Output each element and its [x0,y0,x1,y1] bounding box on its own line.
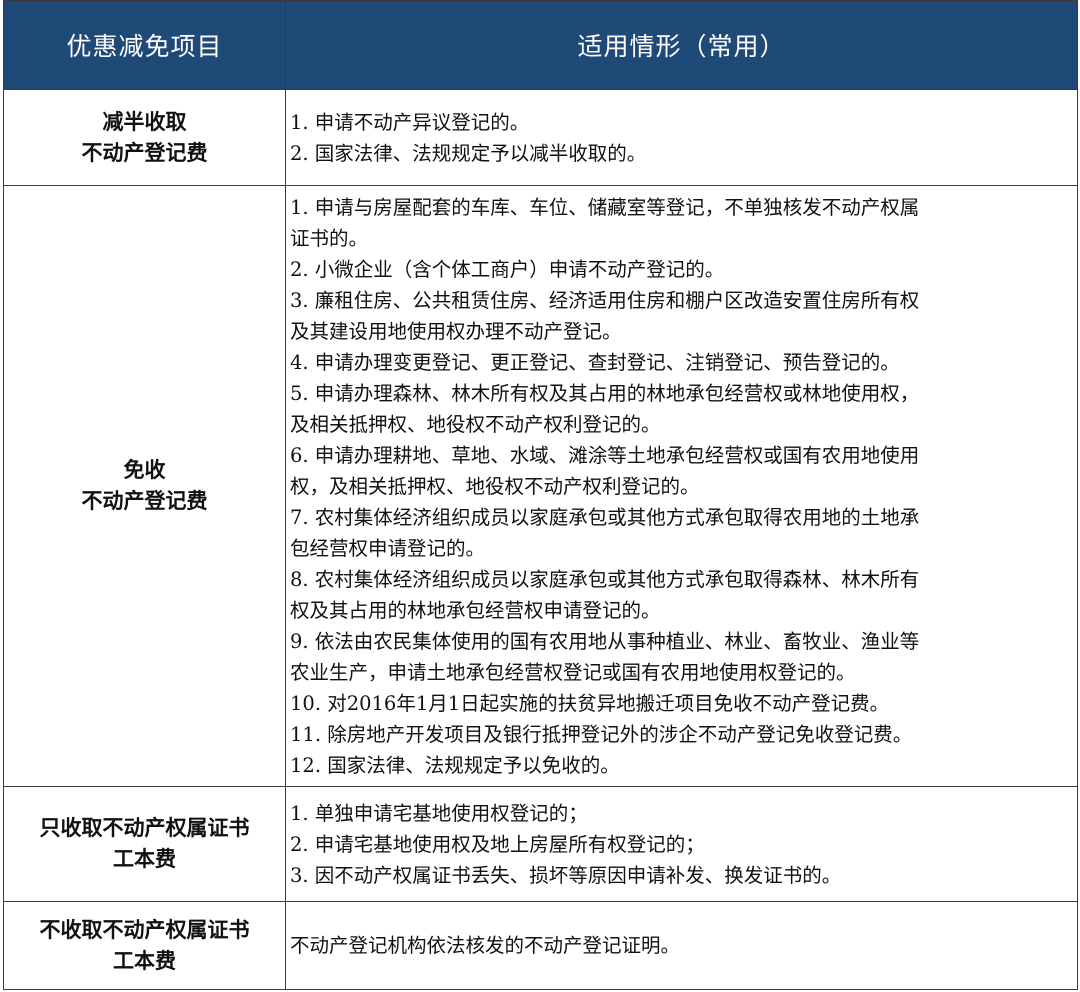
item-label-line: 工本费 [113,847,176,871]
item-cell: 只收取不动产权属证书 工本费 [3,786,286,902]
case-line: 3. 廉租住房、公共租赁住房、经济适用住房和棚户区改造安置住房所有权 [290,288,920,312]
item-label-line: 不收取不动产权属证书 [39,917,250,942]
case-line: 及其建设用地使用权办理不动产登记。 [290,319,622,343]
item-label-line: 减半收取 [102,109,187,134]
case-line: 9. 依法由农民集体使用的国有农用地从事种植业、林业、畜牧业、渔业等 [290,629,920,653]
case-line: 权及其占用的林地承包经营权申请登记的。 [290,598,661,622]
item-label-line: 免收 [123,458,166,482]
case-line: 农业生产，申请土地承包经营权登记或国有农用地使用权登记的。 [290,660,856,684]
case-line: 3. 因不动产权属证书丢失、损坏等原因申请补发、换发证书的。 [290,863,842,887]
case-line: 7. 农村集体经济组织成员以家庭承包或其他方式承包取得农用地的土地承 [290,505,920,529]
item-label-line: 不动产登记费 [81,140,208,165]
case-line: 1. 单独申请宅基地使用权登记的； [290,801,588,825]
case-line: 权，及相关抵押权、地役权不动产权利登记的。 [290,474,700,498]
table-header-row: 优惠减免项目 适用情形（常用） [3,0,1078,90]
table-row-certificate-fee-only: 只收取不动产权属证书 工本费 1. 单独申请宅基地使用权登记的； 2. 申请宅基… [3,786,1078,902]
case-line: 12. 国家法律、法规规定予以免收的。 [290,753,620,777]
case-line: 2. 申请宅基地使用权及地上房屋所有权登记的； [290,832,705,856]
table-row-half-fee: 减半收取 不动产登记费 1. 申请不动产异议登记的。 2. 国家法律、法规规定予… [3,89,1078,186]
item-cell: 免收 不动产登记费 [3,185,286,787]
item-label-line: 不动产登记费 [81,489,208,513]
header-item-column: 优惠减免项目 [3,0,286,90]
table-row-no-certificate-fee: 不收取不动产权属证书 工本费 不动产登记机构依法核发的不动产登记证明。 [3,901,1078,990]
case-line: 2. 小微企业（含个体工商户）申请不动产登记的。 [290,257,725,281]
item-label-line: 只收取不动产权属证书 [39,816,250,840]
case-line: 1. 申请不动产异议登记的。 [290,110,530,134]
case-line: 6. 申请办理耕地、草地、水域、滩涂等土地承包经营权或国有农用地使用 [290,443,920,467]
header-case-column: 适用情形（常用） [285,0,1078,90]
case-cell: 1. 申请与房屋配套的车库、车位、储藏室等登记，不单独核发不动产权属 证书的。 … [285,185,1078,787]
case-line: 1. 申请与房屋配套的车库、车位、储藏室等登记，不单独核发不动产权属 [290,195,920,219]
case-line: 包经营权申请登记的。 [290,536,486,560]
case-line: 证书的。 [290,226,369,250]
case-line: 11. 除房地产开发项目及银行抵押登记外的涉企不动产登记免收登记费。 [290,722,913,746]
case-cell: 1. 申请不动产异议登记的。 2. 国家法律、法规规定予以减半收取的。 [285,89,1078,186]
table-row-fee-exempt: 免收 不动产登记费 1. 申请与房屋配套的车库、车位、储藏室等登记，不单独核发不… [3,185,1078,787]
case-line: 8. 农村集体经济组织成员以家庭承包或其他方式承包取得森林、林木所有 [290,567,920,591]
item-cell: 不收取不动产权属证书 工本费 [3,901,286,990]
item-label-line: 工本费 [113,948,176,973]
case-line: 10. 对2016年1月1日起实施的扶贫异地搬迁项目免收不动产登记费。 [290,691,890,715]
case-line: 4. 申请办理变更登记、更正登记、查封登记、注销登记、预告登记的。 [290,350,900,374]
case-cell: 不动产登记机构依法核发的不动产登记证明。 [285,901,1078,990]
case-line: 不动产登记机构依法核发的不动产登记证明。 [290,934,681,957]
item-cell: 减半收取 不动产登记费 [3,89,286,186]
case-line: 及相关抵押权、地役权不动产权利登记的。 [290,412,661,436]
case-line: 2. 国家法律、法规规定予以减半收取的。 [290,141,647,165]
fee-reduction-table: 优惠减免项目 适用情形（常用） 减半收取 不动产登记费 1. 申请不动产异议登记… [3,0,1078,990]
case-line: 5. 申请办理森林、林木所有权及其占用的林地承包经营权或林地使用权， [290,381,920,405]
case-cell: 1. 单独申请宅基地使用权登记的； 2. 申请宅基地使用权及地上房屋所有权登记的… [285,786,1078,902]
